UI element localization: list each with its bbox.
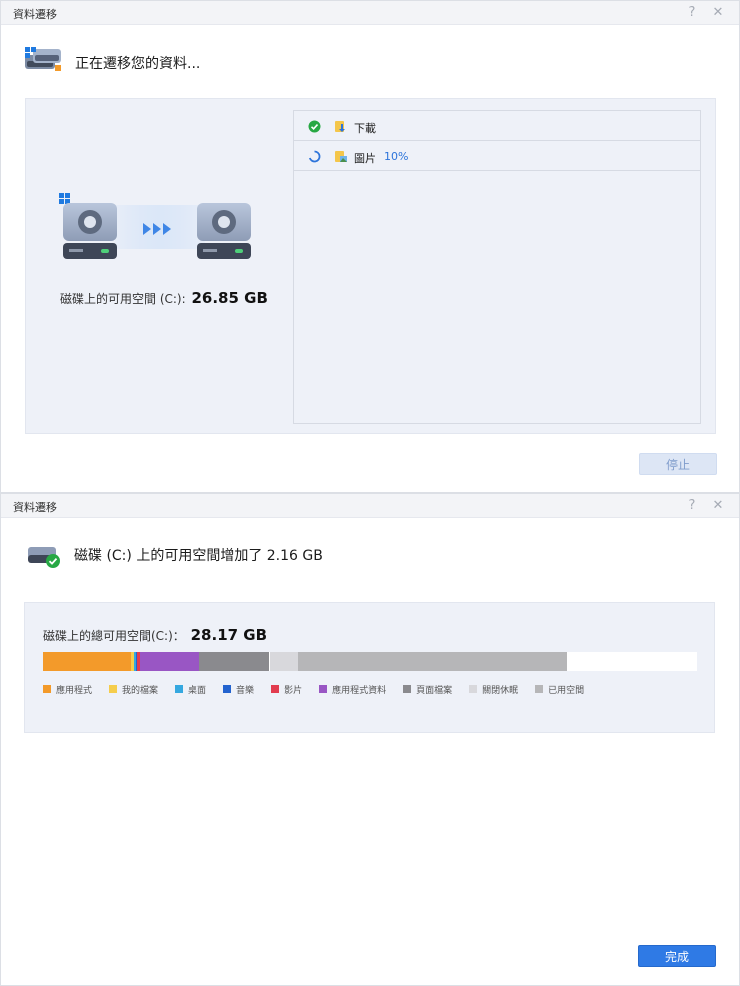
- usage-segment-0: [43, 652, 131, 671]
- legend-item: 應用程式資料: [319, 683, 386, 696]
- total-free-space-label: 磁碟上的總可用空間(C:)：: [43, 629, 185, 643]
- legend-swatch: [175, 685, 184, 693]
- drive-transfer-illustration: [59, 193, 251, 259]
- legend-item: 已用空間: [535, 683, 584, 696]
- legend-label: 應用程式: [56, 685, 93, 696]
- free-space-value: 26.85 GB: [191, 289, 268, 307]
- result-heading: 磁碟 (C:) 上的可用空間增加了 2.16 GB: [74, 548, 323, 564]
- migration-item-list: 下載 圖片 10%: [293, 110, 701, 424]
- download-folder-icon: [335, 121, 345, 132]
- legend-swatch: [403, 685, 412, 693]
- item-name: 圖片: [354, 152, 376, 165]
- usage-segment-8: [298, 652, 567, 671]
- legend-swatch: [319, 685, 328, 693]
- free-space-label: 磁碟上的可用空間 (C:):: [60, 292, 186, 306]
- close-icon[interactable]: ✕: [709, 497, 727, 515]
- legend-label: 已用空間: [548, 685, 585, 696]
- help-icon[interactable]: ?: [683, 497, 701, 515]
- legend-swatch: [535, 685, 544, 693]
- list-item[interactable]: 圖片 10%: [294, 141, 700, 171]
- legend-label: 關閉休眠: [482, 685, 519, 696]
- disk-usage-bar: [43, 652, 697, 671]
- total-free-space-value: 28.17 GB: [190, 626, 268, 644]
- item-name: 下載: [354, 122, 376, 135]
- legend-item: 音樂: [223, 683, 254, 696]
- help-icon[interactable]: ?: [683, 4, 701, 22]
- migration-progress-window: 資料遷移 ? ✕ 正在遷移您的資料... 磁碟上的可用空間 (C:): 26.8…: [0, 0, 740, 493]
- title-bar: 資料遷移 ? ✕: [1, 494, 739, 518]
- free-space-readout: 磁碟上的可用空間 (C:): 26.85 GB: [60, 289, 268, 307]
- legend-label: 影片: [284, 685, 303, 696]
- list-item[interactable]: 下載: [294, 111, 700, 141]
- pictures-folder-icon: [335, 151, 347, 162]
- legend-item: 關閉休眠: [469, 683, 518, 696]
- legend-swatch: [223, 685, 232, 693]
- spinner-icon: [308, 150, 321, 163]
- legend-label: 應用程式資料: [332, 685, 387, 696]
- legend-swatch: [271, 685, 280, 693]
- usage-segment-5: [140, 652, 199, 671]
- drive-success-icon: [28, 547, 60, 568]
- window-title: 資料遷移: [13, 8, 57, 21]
- done-button[interactable]: 完成: [638, 945, 716, 967]
- page-heading: 正在遷移您的資料...: [75, 56, 201, 72]
- migration-result-window: 資料遷移 ? ✕: [0, 493, 740, 986]
- migration-header-icon: [25, 47, 61, 71]
- stop-button[interactable]: 停止: [639, 453, 717, 475]
- legend-item: 影片: [271, 683, 302, 696]
- legend-item: 我的檔案: [109, 683, 158, 696]
- disk-usage-legend: 應用程式 我的檔案 桌面 音樂 影片 應用程式資料 頁面檔案 關閉休眠 已用空間: [43, 683, 601, 696]
- usage-segment-7: [270, 652, 298, 671]
- legend-label: 頁面檔案: [416, 685, 453, 696]
- done-icon: [308, 120, 321, 133]
- legend-label: 音樂: [236, 685, 255, 696]
- legend-swatch: [469, 685, 478, 693]
- legend-swatch: [43, 685, 51, 693]
- legend-item: 桌面: [175, 683, 206, 696]
- usage-segment-6: [199, 652, 269, 671]
- legend-label: 桌面: [188, 685, 207, 696]
- total-free-space-readout: 磁碟上的總可用空間(C:)： 28.17 GB: [43, 626, 267, 644]
- legend-swatch: [109, 685, 118, 693]
- item-progress: 10%: [384, 150, 409, 163]
- title-bar: 資料遷移 ? ✕: [1, 1, 739, 25]
- close-icon[interactable]: ✕: [709, 4, 727, 22]
- window-title: 資料遷移: [13, 501, 57, 514]
- legend-label: 我的檔案: [122, 685, 159, 696]
- legend-item: 應用程式: [43, 683, 92, 696]
- legend-item: 頁面檔案: [403, 683, 452, 696]
